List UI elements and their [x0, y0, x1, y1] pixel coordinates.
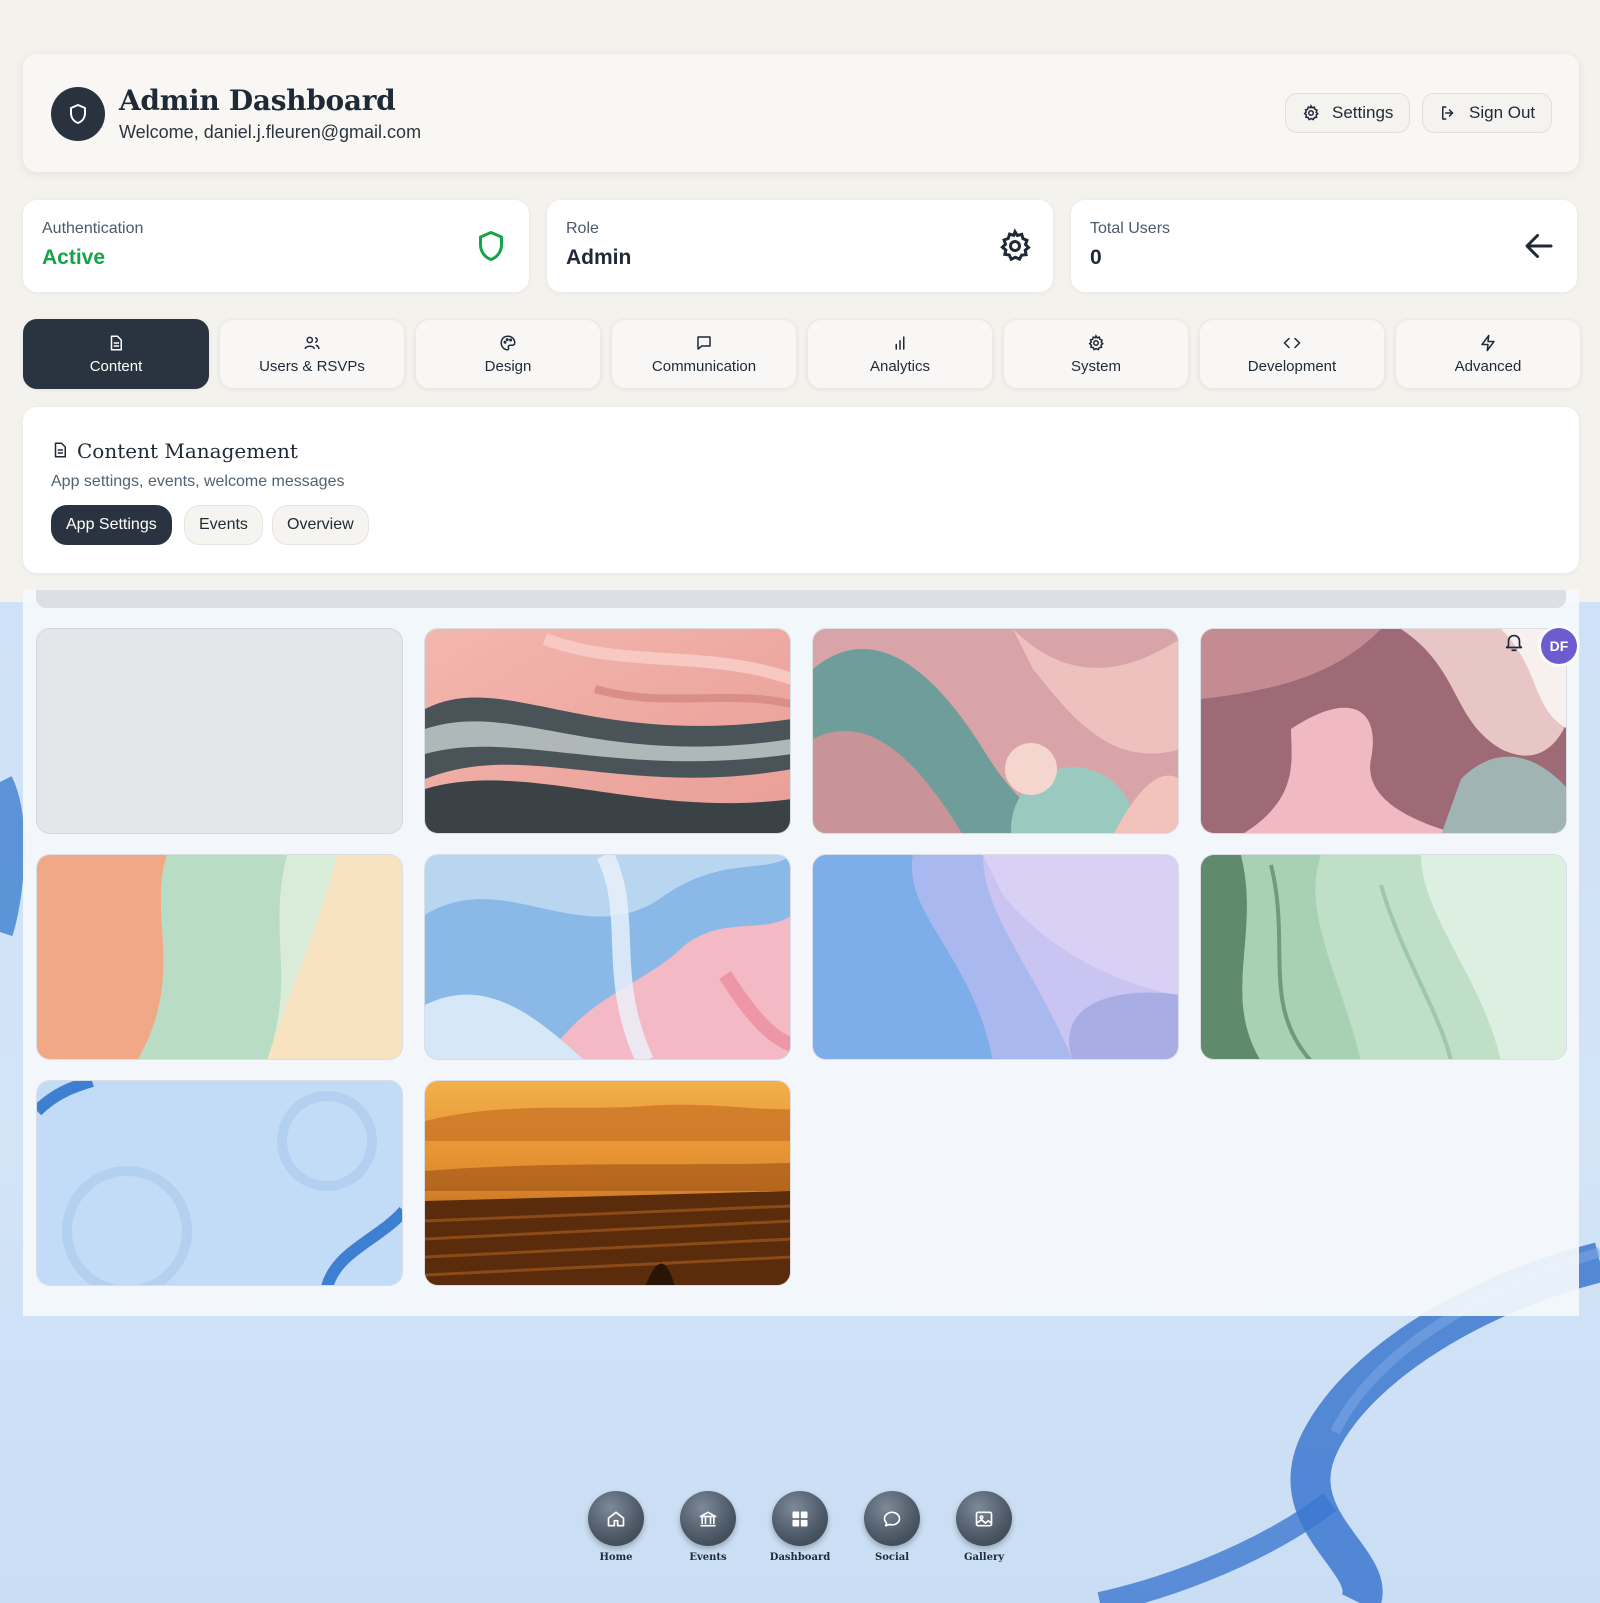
- arrow-left-icon: [1525, 234, 1553, 258]
- gear-icon: [1303, 104, 1319, 121]
- loading-bar: [36, 590, 1566, 608]
- stat-label: Authentication: [42, 220, 144, 237]
- nav-home-button[interactable]: [588, 1491, 644, 1546]
- nav-label: Dashboard: [769, 1552, 831, 1563]
- nav-social[interactable]: Social: [862, 1491, 922, 1563]
- nav-dashboard-button[interactable]: [772, 1491, 828, 1546]
- nav-dashboard[interactable]: Dashboard: [770, 1491, 830, 1563]
- nav-label: Events: [689, 1552, 727, 1563]
- tab-label: Advanced: [1454, 357, 1522, 375]
- mauve-pink-folds-tile[interactable]: [1200, 628, 1567, 834]
- tab-communication[interactable]: Communication: [611, 319, 797, 389]
- document-icon: [54, 442, 66, 458]
- nav-label: Home: [599, 1552, 633, 1563]
- image-icon: [975, 1511, 993, 1526]
- golden-vineyard-tile[interactable]: [424, 1080, 791, 1286]
- nav-label: Gallery: [963, 1552, 1005, 1563]
- sign-out-icon: [1442, 106, 1454, 120]
- stat-value: Admin: [566, 246, 632, 269]
- welcome-text: Welcome, daniel.j.fleuren@gmail.com: [119, 122, 422, 142]
- blue-pink-silk-tile[interactable]: [424, 854, 791, 1060]
- nav-events[interactable]: Events: [678, 1491, 738, 1563]
- chat-icon: [883, 1511, 901, 1526]
- chat-icon: [697, 335, 711, 350]
- tab-label: System: [1070, 357, 1121, 375]
- section-subtitle: App settings, events, welcome messages: [51, 473, 345, 490]
- tab-users-rsvps[interactable]: Users & RSVPs: [219, 319, 405, 389]
- content-management-card: Content Management App settings, events,…: [23, 407, 1579, 573]
- background-gallery-panel: [23, 590, 1579, 1316]
- subtab-events[interactable]: Events: [184, 505, 263, 545]
- sign-out-label: Sign Out: [1469, 103, 1536, 122]
- bell-icon[interactable]: [1503, 630, 1525, 654]
- nav-gallery[interactable]: Gallery: [954, 1491, 1014, 1563]
- bar-chart-icon: [895, 335, 905, 350]
- stat-label: Role: [566, 220, 599, 237]
- home-icon: [607, 1511, 625, 1526]
- tab-content[interactable]: Content: [23, 319, 209, 389]
- nav-events-button[interactable]: [680, 1491, 736, 1546]
- subtab-app-settings[interactable]: App Settings: [51, 505, 172, 545]
- stat-card-authentication: Authentication Active: [23, 200, 529, 292]
- sign-out-button[interactable]: Sign Out: [1422, 93, 1553, 133]
- grid-icon: [792, 1511, 808, 1526]
- settings-label: Settings: [1332, 103, 1394, 122]
- stat-card-total-users: Total Users 0: [1071, 200, 1577, 292]
- tab-label: Communication: [651, 357, 757, 375]
- tab-label: Development: [1247, 357, 1337, 375]
- palette-icon: [500, 334, 516, 351]
- stat-card-role: Role Admin: [547, 200, 1053, 292]
- shield-logo-icon: [51, 87, 105, 141]
- shield-icon: [479, 231, 503, 261]
- tab-analytics[interactable]: Analytics: [807, 319, 993, 389]
- tab-system[interactable]: System: [1003, 319, 1189, 389]
- blue-lavender-waves-tile[interactable]: [812, 854, 1179, 1060]
- tab-label: Design: [484, 357, 532, 375]
- stat-label: Total Users: [1090, 220, 1171, 237]
- code-icon: [1283, 337, 1301, 348]
- tab-advanced[interactable]: Advanced: [1395, 319, 1581, 389]
- section-title: Content Management: [77, 439, 298, 463]
- bank-icon: [699, 1511, 717, 1526]
- tab-label: Analytics: [869, 357, 931, 375]
- tab-development[interactable]: Development: [1199, 319, 1385, 389]
- subtab-overview[interactable]: Overview: [272, 505, 369, 545]
- nav-social-button[interactable]: [864, 1491, 920, 1546]
- light-blue-ribbon-tile[interactable]: [36, 1080, 403, 1286]
- gear-icon: [1000, 228, 1031, 262]
- stat-value: 0: [1090, 246, 1102, 269]
- tab-design[interactable]: Design: [415, 319, 601, 389]
- users-icon: [304, 336, 320, 349]
- gear-icon: [1088, 333, 1104, 351]
- settings-button[interactable]: Settings: [1285, 93, 1411, 133]
- tab-label: Users & RSVPs: [259, 357, 365, 375]
- avatar[interactable]: DF: [1541, 628, 1577, 664]
- document-icon: [110, 335, 122, 350]
- page-title: Admin Dashboard: [119, 84, 396, 117]
- nav-label: Social: [874, 1552, 910, 1563]
- teal-pink-hills-tile[interactable]: [812, 628, 1179, 834]
- nav-gallery-button[interactable]: [956, 1491, 1012, 1546]
- placeholder-tile[interactable]: [36, 628, 403, 834]
- header-card: Admin Dashboard Welcome, daniel.j.fleure…: [23, 54, 1579, 172]
- pink-silver-waves-tile[interactable]: [424, 628, 791, 834]
- green-layers-tile[interactable]: [1200, 854, 1567, 1060]
- nav-home[interactable]: Home: [586, 1491, 646, 1563]
- tab-label: Content: [89, 357, 143, 375]
- peach-mint-waves-tile[interactable]: [36, 854, 403, 1060]
- stat-value: Active: [42, 246, 106, 269]
- lightning-icon: [1481, 334, 1495, 351]
